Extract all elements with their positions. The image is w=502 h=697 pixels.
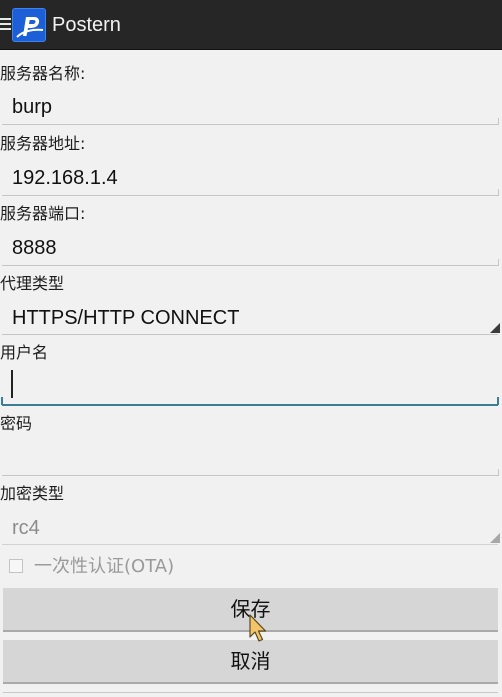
- encryption-type-spinner[interactable]: rc4: [12, 516, 40, 540]
- server-port-input[interactable]: 8888: [12, 236, 57, 260]
- mouse-pointer-icon: [248, 614, 268, 648]
- server-name-underline: [2, 124, 498, 125]
- username-label: 用户名: [0, 343, 49, 362]
- proxy-type-spinner[interactable]: HTTPS/HTTP CONNECT: [12, 306, 239, 330]
- proxy-type-underline: [2, 334, 498, 335]
- text-caret: [11, 370, 13, 398]
- server-address-label: 服务器地址:: [0, 134, 86, 153]
- server-port-underline: [2, 265, 498, 266]
- server-address-input[interactable]: 192.168.1.4: [12, 166, 118, 190]
- spinner-dropdown-triangle-icon[interactable]: [490, 533, 500, 543]
- encryption-type-label: 加密类型: [0, 484, 65, 503]
- app-title: Postern: [52, 14, 121, 36]
- password-underline: [2, 475, 498, 476]
- hamburger-menu-icon[interactable]: [0, 15, 12, 35]
- server-name-label: 服务器名称:: [0, 64, 86, 83]
- password-label: 密码: [0, 414, 33, 433]
- server-name-input[interactable]: burp: [12, 95, 52, 119]
- bottom-divider: [3, 692, 498, 693]
- server-address-underline: [2, 195, 498, 196]
- postern-app-logo-icon[interactable]: [12, 8, 46, 42]
- encryption-type-underline: [2, 544, 498, 545]
- server-port-label: 服务器端口:: [0, 204, 86, 223]
- proxy-type-label: 代理类型: [0, 274, 65, 293]
- ota-checkbox-label[interactable]: 一次性认证(OTA): [34, 555, 174, 579]
- spinner-dropdown-triangle-icon[interactable]: [490, 323, 500, 333]
- ota-checkbox[interactable]: [9, 559, 23, 573]
- action-bar: Postern: [0, 0, 502, 50]
- username-underline: [2, 404, 498, 406]
